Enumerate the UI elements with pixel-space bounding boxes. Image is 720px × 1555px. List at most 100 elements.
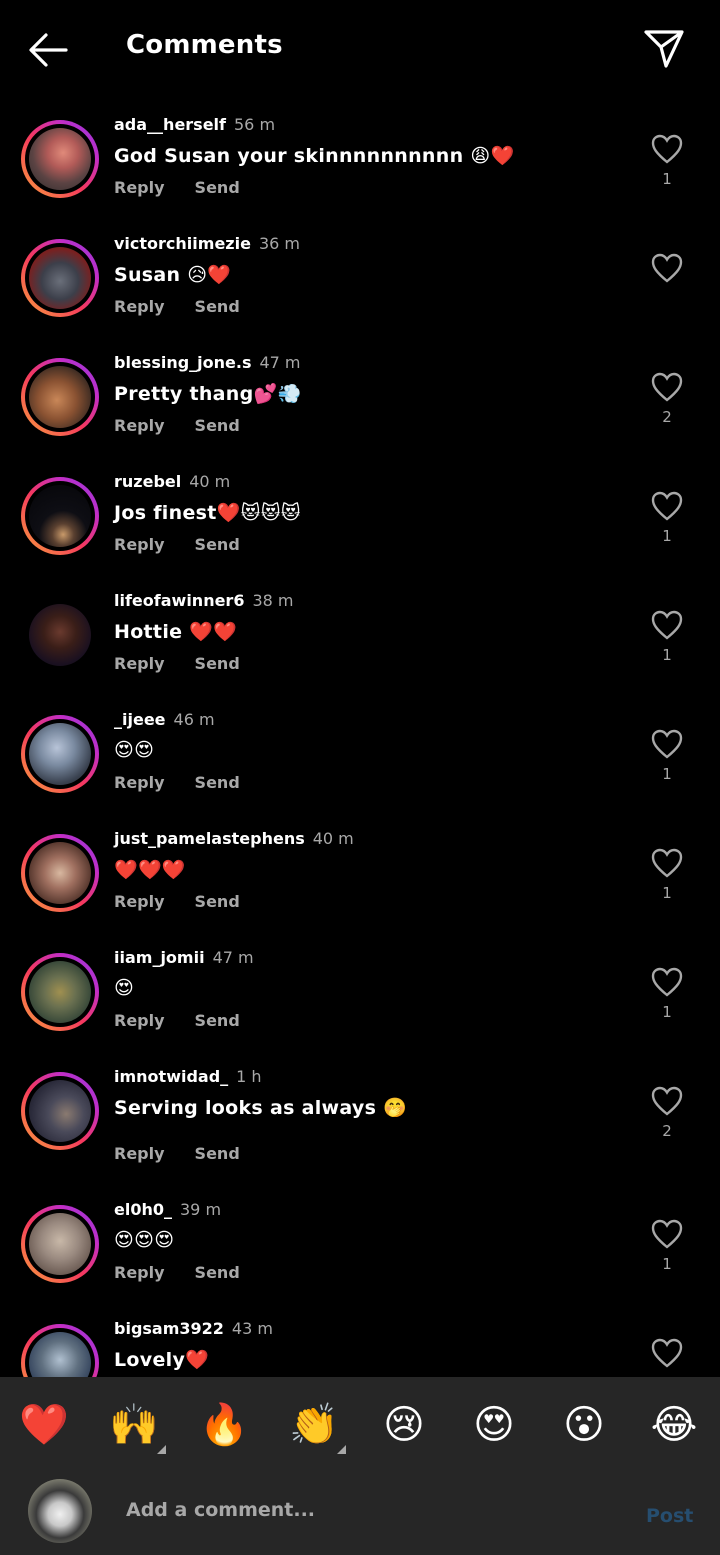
comments-list[interactable]: ada__herself 56 m God Susan your skinnnnn… bbox=[0, 100, 720, 1377]
comment-text: God Susan your skinnnnnnnnnn 😩❤️ bbox=[114, 145, 515, 167]
emoji-button-surprised-face[interactable]: 😮 bbox=[558, 1399, 610, 1451]
avatar bbox=[29, 247, 91, 309]
skin-tone-indicator-icon bbox=[337, 1445, 346, 1454]
reply-button[interactable]: Reply bbox=[114, 535, 165, 554]
comment-time: 47 m bbox=[212, 948, 254, 967]
comment-item: victorchiimezie 36 m Susan 😥❤️ Reply Send bbox=[0, 219, 720, 338]
reply-button[interactable]: Reply bbox=[114, 1011, 165, 1030]
post-button[interactable]: Post bbox=[646, 1505, 693, 1527]
avatar-story-ring[interactable] bbox=[21, 1205, 99, 1283]
avatar-story-ring[interactable] bbox=[21, 1072, 99, 1150]
avatar bbox=[29, 842, 91, 904]
back-arrow-icon[interactable] bbox=[24, 28, 72, 72]
emoji-button-clapping-hands[interactable]: 👏 bbox=[288, 1399, 340, 1451]
reply-button[interactable]: Reply bbox=[114, 654, 165, 673]
username[interactable]: ruzebel bbox=[114, 472, 181, 491]
comment-item: just_pamelastephens 40 m ❤️❤️❤️ Reply Send… bbox=[0, 814, 720, 933]
heart-icon[interactable] bbox=[650, 966, 684, 998]
send-button[interactable]: Send bbox=[195, 1263, 240, 1282]
username[interactable]: ada__herself bbox=[114, 115, 226, 134]
comment-input[interactable]: Add a comment... bbox=[126, 1499, 315, 1521]
send-button[interactable]: Send bbox=[195, 178, 240, 197]
comment-item: _ijeee 46 m 😍😍 Reply Send 1 bbox=[0, 695, 720, 814]
send-button[interactable]: Send bbox=[195, 535, 240, 554]
username[interactable]: victorchiimezie bbox=[114, 234, 251, 253]
comment-text: Hottie ❤️❤️ bbox=[114, 621, 238, 643]
avatar-story-ring[interactable] bbox=[21, 834, 99, 912]
comment-time: 40 m bbox=[189, 472, 231, 491]
comment-text: 😍😍 bbox=[114, 739, 155, 761]
send-button[interactable]: Send bbox=[195, 1011, 240, 1030]
avatar-wrapper[interactable] bbox=[21, 596, 99, 674]
comment-item: el0h0_ 39 m 😍😍😍 Reply Send 1 bbox=[0, 1185, 720, 1304]
emoji-button-red-heart[interactable]: ❤️ bbox=[18, 1399, 70, 1451]
reply-button[interactable]: Reply bbox=[114, 892, 165, 911]
comment-item: blessing_jone.s 47 m Pretty thang💕💨 Reply… bbox=[0, 338, 720, 457]
avatar-story-ring[interactable] bbox=[21, 477, 99, 555]
like-count: 1 bbox=[662, 527, 672, 545]
avatar-story-ring[interactable] bbox=[21, 358, 99, 436]
heart-icon[interactable] bbox=[650, 847, 684, 879]
comment-time: 1 h bbox=[236, 1067, 262, 1086]
send-button[interactable]: Send bbox=[195, 297, 240, 316]
emoji-button-heart-eyes[interactable]: 😍 bbox=[468, 1399, 520, 1451]
avatar bbox=[29, 1332, 91, 1377]
username[interactable]: blessing_jone.s bbox=[114, 353, 251, 372]
send-button[interactable]: Send bbox=[195, 892, 240, 911]
send-button[interactable]: Send bbox=[195, 416, 240, 435]
comment-time: 40 m bbox=[312, 829, 354, 848]
heart-icon[interactable] bbox=[650, 490, 684, 522]
heart-icon[interactable] bbox=[650, 1337, 684, 1369]
like-count: 1 bbox=[662, 765, 672, 783]
emoji-button-crying-face[interactable]: 😢 bbox=[378, 1399, 430, 1451]
username[interactable]: just_pamelastephens bbox=[114, 829, 305, 848]
emoji-reaction-bar: ❤️ 🙌 🔥 👏 😢 😍 😮 😂 bbox=[0, 1377, 720, 1469]
heart-icon[interactable] bbox=[650, 1218, 684, 1250]
heart-icon[interactable] bbox=[650, 371, 684, 403]
current-user-avatar bbox=[28, 1479, 92, 1543]
like-count: 1 bbox=[662, 1003, 672, 1021]
avatar-story-ring[interactable] bbox=[21, 715, 99, 793]
reply-button[interactable]: Reply bbox=[114, 1144, 165, 1163]
avatar-story-ring[interactable] bbox=[21, 239, 99, 317]
comment-item: bigsam392243 m Lovely❤️ ReplySend bbox=[0, 1304, 720, 1377]
username[interactable]: el0h0_ bbox=[114, 1200, 172, 1219]
emoji-button-raising-hands[interactable]: 🙌 bbox=[108, 1399, 160, 1451]
reply-button[interactable]: Reply bbox=[114, 1263, 165, 1282]
send-button[interactable]: Send bbox=[195, 1144, 240, 1163]
reply-button[interactable]: Reply bbox=[114, 178, 165, 197]
comment-composer: Add a comment... Post bbox=[0, 1469, 720, 1555]
comment-item: ruzebel 40 m Jos finest❤️😻😻😻 Reply Send 1 bbox=[0, 457, 720, 576]
reply-button[interactable]: Reply bbox=[114, 297, 165, 316]
like-count: 1 bbox=[662, 646, 672, 664]
page-title: Comments bbox=[126, 30, 283, 60]
reply-button[interactable]: Reply bbox=[114, 773, 165, 792]
top-bar: Comments bbox=[0, 0, 720, 100]
avatar-story-ring[interactable] bbox=[21, 120, 99, 198]
username[interactable]: imnotwidad_ bbox=[114, 1067, 228, 1086]
avatar bbox=[29, 366, 91, 428]
avatar-story-ring[interactable] bbox=[21, 953, 99, 1031]
emoji-button-tears-of-joy[interactable]: 😂 bbox=[648, 1399, 700, 1451]
comment-time: 39 m bbox=[180, 1200, 222, 1219]
username[interactable]: iiam_jomii bbox=[114, 948, 205, 967]
send-button[interactable]: Send bbox=[195, 654, 240, 673]
paper-plane-icon[interactable] bbox=[640, 26, 688, 72]
send-button[interactable]: Send bbox=[195, 773, 240, 792]
emoji-button-fire[interactable]: 🔥 bbox=[198, 1399, 250, 1451]
like-count: 1 bbox=[662, 170, 672, 188]
heart-icon[interactable] bbox=[650, 609, 684, 641]
heart-icon[interactable] bbox=[650, 133, 684, 165]
heart-icon[interactable] bbox=[650, 1085, 684, 1117]
comment-text: Susan 😥❤️ bbox=[114, 264, 232, 286]
avatar-story-ring[interactable] bbox=[21, 1324, 99, 1377]
comment-time: 46 m bbox=[173, 710, 215, 729]
reply-button[interactable]: Reply bbox=[114, 416, 165, 435]
username[interactable]: bigsam3922 bbox=[114, 1319, 224, 1338]
heart-icon[interactable] bbox=[650, 728, 684, 760]
heart-icon[interactable] bbox=[650, 252, 684, 284]
username[interactable]: lifeofawinner6 bbox=[114, 591, 244, 610]
avatar bbox=[29, 604, 91, 666]
comment-text: Jos finest❤️😻😻😻 bbox=[114, 502, 301, 524]
username[interactable]: _ijeee bbox=[114, 710, 166, 729]
